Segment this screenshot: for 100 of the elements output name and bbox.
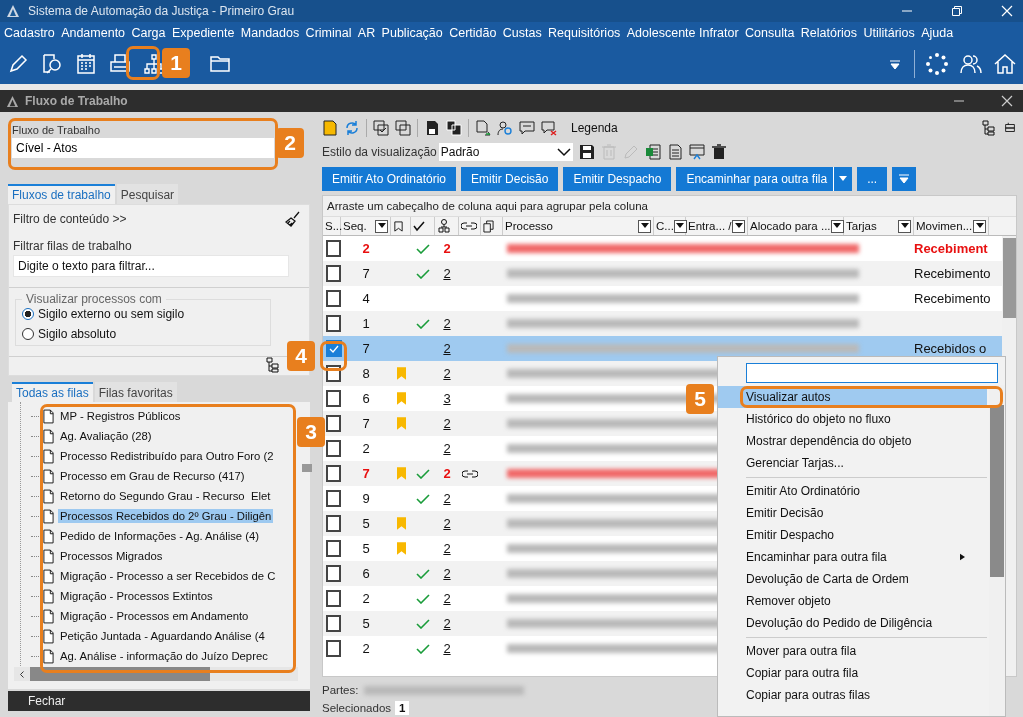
tab[interactable]: Fluxos de trabalho xyxy=(8,184,115,204)
tab[interactable]: Todas as filas xyxy=(12,382,93,402)
field-label: Filtrar filas de trabalho xyxy=(12,238,133,255)
menu-item[interactable]: Criminal xyxy=(305,26,352,40)
menu-item[interactable]: Devolução do Pedido de Diligência xyxy=(718,612,987,634)
menu-item[interactable]: Certidão xyxy=(449,26,497,40)
count-link[interactable]: 2 xyxy=(443,616,451,632)
count-link[interactable]: 2 xyxy=(443,541,451,557)
table-cell: 5 xyxy=(362,516,370,532)
tree-item[interactable]: Processos Migrados xyxy=(58,549,165,563)
table-cell: 6 xyxy=(362,566,370,582)
menu-item[interactable]: Custas xyxy=(502,26,542,40)
menu-item[interactable]: Copiar para outras filas xyxy=(718,684,987,706)
action-button[interactable]: Encaminhar para outra fila xyxy=(676,167,853,192)
callout-badge: 5 xyxy=(686,384,714,414)
tree-item[interactable]: Pedido de Informações - Ag. Análise (4) xyxy=(58,529,262,543)
menu-item[interactable]: Requisitórios xyxy=(548,26,621,40)
table-cell: 7 xyxy=(362,266,370,282)
menu-item[interactable]: Publicação xyxy=(381,26,443,40)
window-title: Sistema de Automação da Justiça - Primeiro Grau xyxy=(28,4,295,18)
column-header[interactable]: Movimen... xyxy=(914,217,989,236)
tree-item[interactable]: Petição Juntada - Aguardando Análise (4 xyxy=(58,629,267,643)
close-button[interactable]: Fechar xyxy=(28,694,66,708)
tree-item[interactable]: Ag. Análise - informação do Juízo Deprec xyxy=(58,649,270,663)
tab[interactable]: Filas favoritas xyxy=(94,382,177,402)
menu-item[interactable]: Mover para outra fila xyxy=(718,640,987,662)
count-link[interactable]: 2 xyxy=(443,316,451,332)
menu-item[interactable]: Cadastro xyxy=(4,26,55,40)
group-hint: Arraste um cabeçalho de coluna aqui para agrupar pela coluna xyxy=(323,196,1016,218)
menu-item[interactable]: Andamento xyxy=(61,26,126,40)
menu-item[interactable]: Consulta xyxy=(745,26,795,40)
table-cell: 2 xyxy=(362,241,370,257)
menu-item[interactable]: Remover objeto xyxy=(718,590,987,612)
menu-item[interactable]: Expediente xyxy=(171,26,235,40)
tree-item[interactable]: MP - Registros Públicos xyxy=(58,409,183,423)
menu-item[interactable]: Mandados xyxy=(240,26,300,40)
tree-item[interactable]: Migração - Processos em Andamento xyxy=(58,609,251,623)
count-link[interactable]: 2 xyxy=(443,441,451,457)
count-link[interactable]: 3 xyxy=(443,391,451,407)
workflow-field[interactable]: Cível - Atos xyxy=(12,138,274,158)
count-link[interactable]: 2 xyxy=(443,241,451,257)
view-style-dropdown[interactable]: Padrão xyxy=(438,142,573,161)
tree-item[interactable]: Ag. Avaliação (28) xyxy=(58,429,154,443)
action-button[interactable]: Emitir Despacho xyxy=(563,167,672,192)
tree-item[interactable]: Migração - Processo a ser Recebidos de C xyxy=(58,569,278,583)
radio-option[interactable]: Sigilo absoluto xyxy=(22,327,264,341)
field-label: Estilo da visualização xyxy=(322,144,437,159)
tree-item[interactable]: Retorno do Segundo Grau - Recurso Elet xyxy=(58,489,273,503)
tree-item[interactable]: Processo Redistribuído para Outro Foro (2 xyxy=(58,449,276,463)
filter-field[interactable]: Digite o texto para filtrar... xyxy=(13,255,289,277)
callout-badge: 2 xyxy=(276,128,304,158)
count-field: 1 xyxy=(395,701,410,716)
table-row[interactable]: 7 2 Recebimento xyxy=(323,261,1003,287)
column-header[interactable]: C... xyxy=(654,217,686,236)
legend-link[interactable]: Legenda xyxy=(571,120,618,135)
table-cell: Recebimento xyxy=(914,266,991,282)
table-cell: 2 xyxy=(362,641,370,657)
count-link[interactable]: 2 xyxy=(443,641,451,657)
table-cell: 1 xyxy=(362,316,370,332)
menu-item[interactable]: Relatórios xyxy=(800,26,858,40)
callout-badge: 4 xyxy=(287,341,315,371)
action-button[interactable]: Emitir Ato Ordinatório xyxy=(322,167,457,192)
count-link[interactable]: 2 xyxy=(443,341,451,357)
action-button[interactable]: ... xyxy=(857,167,888,192)
menu-item[interactable]: Copiar para outra fila xyxy=(718,662,987,684)
callout-badge: 1 xyxy=(162,48,190,78)
tree-item[interactable]: Processos Recebidos do 2º Grau - Diligên xyxy=(58,509,274,523)
table-cell: Recebidos o xyxy=(914,341,987,357)
count-link[interactable]: 2 xyxy=(443,491,451,507)
action-button[interactable]: Emitir Decisão xyxy=(461,167,559,192)
child-window-title: Fluxo de Trabalho xyxy=(25,94,128,108)
count-link[interactable]: 2 xyxy=(443,366,451,382)
count-link[interactable]: 2 xyxy=(443,416,451,432)
radio-option[interactable]: Sigilo externo ou sem sigilo xyxy=(22,307,264,321)
column-header[interactable]: Seq. xyxy=(341,217,391,236)
menu-item[interactable]: Ajuda xyxy=(921,26,954,40)
content-filter-link[interactable]: Filtro de conteúdo >> xyxy=(13,212,127,226)
menu-item[interactable]: Carga xyxy=(131,26,166,40)
table-cell: 9 xyxy=(362,491,370,507)
menu-item[interactable]: AR xyxy=(357,26,376,40)
column-header[interactable]: Tarjas xyxy=(844,217,914,236)
count-link[interactable]: 2 xyxy=(443,516,451,532)
menu-item[interactable]: Utilitários xyxy=(863,26,915,40)
field-label: Partes: xyxy=(322,684,359,697)
tab[interactable]: Pesquisar xyxy=(116,184,179,204)
count-link[interactable]: 2 xyxy=(443,566,451,582)
table-cell: 5 xyxy=(362,616,370,632)
menu-item[interactable]: Adolescente Infrator xyxy=(626,26,739,40)
tree-item[interactable]: Migração - Processos Extintos xyxy=(58,589,215,603)
column-header[interactable]: Processo xyxy=(503,217,654,236)
column-header[interactable]: Alocado para ... xyxy=(748,217,844,236)
callout-badge: 3 xyxy=(297,417,325,447)
table-row[interactable]: 1 2 xyxy=(323,311,1003,337)
column-header[interactable]: Entra... / xyxy=(686,217,748,236)
tree-item[interactable]: Processo em Grau de Recurso (417) xyxy=(58,469,247,483)
count-link[interactable]: 2 xyxy=(443,591,451,607)
count-link[interactable]: 2 xyxy=(443,466,451,482)
count-link[interactable]: 2 xyxy=(443,266,451,282)
table-cell: 2 xyxy=(362,441,370,457)
column-header[interactable]: S... xyxy=(323,217,341,236)
